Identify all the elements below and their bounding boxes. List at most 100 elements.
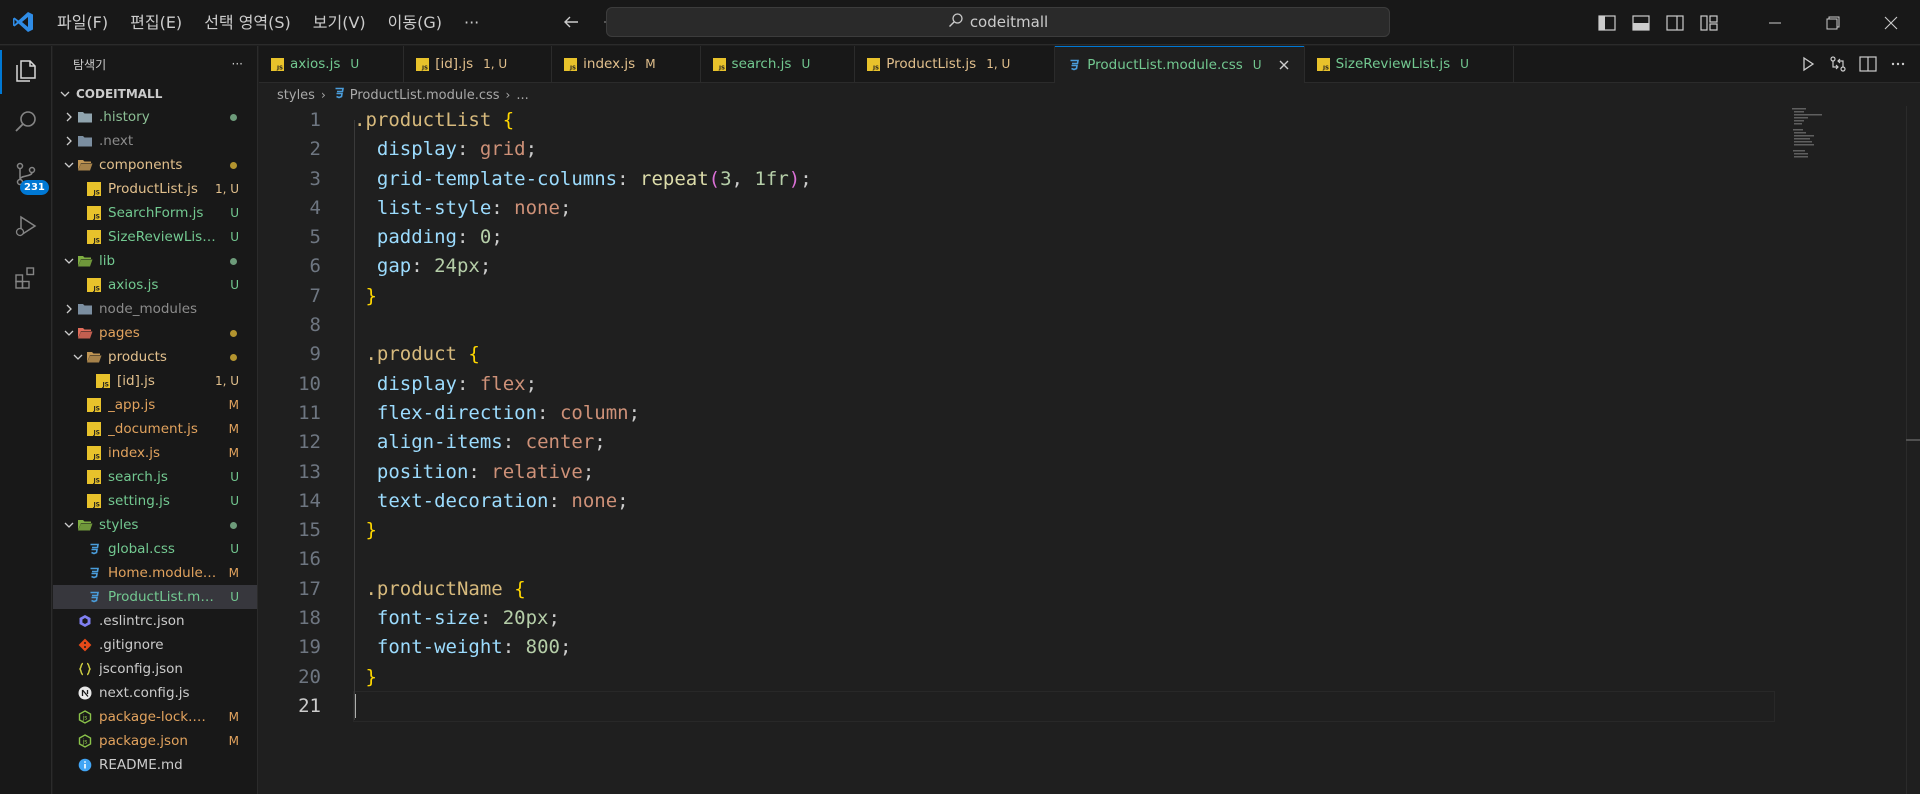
title-bar: 파일(F) 편집(E) 선택 영역(S) 보기(V) 이동(G) ··· cod… bbox=[0, 0, 1920, 45]
tree-file[interactable]: JS axios.js U bbox=[53, 273, 257, 297]
code-line[interactable]: padding: 0; bbox=[354, 223, 1774, 252]
code-line[interactable]: } bbox=[354, 282, 1774, 311]
tree-file[interactable]: JS SearchForm.js U bbox=[53, 201, 257, 225]
extensions-activity[interactable] bbox=[0, 254, 52, 306]
editor-tab[interactable]: JS axios.js U bbox=[259, 46, 405, 82]
menu-view[interactable]: 보기(V) bbox=[302, 0, 377, 45]
run-debug-activity[interactable] bbox=[0, 202, 52, 254]
tree-file[interactable]: .gitignore bbox=[53, 633, 257, 657]
tree-file[interactable]: .eslintrc.json bbox=[53, 609, 257, 633]
editor-tab[interactable]: JS [id].js 1, U bbox=[404, 46, 553, 82]
breadcrumb: styles › ProductList.module.css › ... bbox=[259, 84, 529, 106]
tree-folder[interactable]: .history bbox=[53, 105, 257, 129]
restore-icon[interactable] bbox=[1804, 0, 1862, 45]
vertical-scrollbar[interactable] bbox=[1906, 106, 1920, 794]
git-status-badge: U bbox=[230, 470, 239, 484]
close-icon[interactable] bbox=[1276, 57, 1292, 73]
split-editor-icon[interactable] bbox=[1858, 54, 1878, 74]
tree-file[interactable]: JS index.js M bbox=[53, 441, 257, 465]
code-line[interactable] bbox=[354, 545, 1774, 574]
search-activity[interactable] bbox=[0, 98, 52, 150]
close-window-icon[interactable] bbox=[1862, 0, 1920, 45]
tree-file[interactable]: global.css U bbox=[53, 537, 257, 561]
tree-file[interactable]: JS ProductList.js 1, U bbox=[53, 177, 257, 201]
tree-folder[interactable]: products bbox=[53, 345, 257, 369]
tree-file[interactable]: Home.module.... M bbox=[53, 561, 257, 585]
code-line[interactable]: position: relative; bbox=[354, 458, 1774, 487]
code-line[interactable]: font-size: 20px; bbox=[354, 604, 1774, 633]
tree-file[interactable]: README.md bbox=[53, 753, 257, 777]
code-line[interactable]: .productList { bbox=[354, 106, 1774, 135]
tree-folder[interactable]: node_modules bbox=[53, 297, 257, 321]
code-token: , bbox=[731, 167, 755, 190]
tree-file[interactable]: JS _app.js M bbox=[53, 393, 257, 417]
tree-item-label: components bbox=[99, 157, 183, 173]
code-line[interactable]: display: flex; bbox=[354, 370, 1774, 399]
menu-file[interactable]: 파일(F) bbox=[46, 0, 119, 45]
code-line[interactable] bbox=[353, 690, 1775, 723]
tree-file[interactable]: js package-lock.js... M bbox=[53, 705, 257, 729]
tree-folder[interactable]: pages bbox=[53, 321, 257, 345]
code-line[interactable]: align-items: center; bbox=[354, 428, 1774, 457]
editor-tab[interactable]: ProductList.module.css U bbox=[1055, 46, 1305, 83]
tree-item-label: package.json bbox=[99, 733, 188, 749]
code-line[interactable] bbox=[354, 311, 1774, 340]
breadcrumb-symbol[interactable]: ... bbox=[516, 88, 528, 103]
tree-file[interactable]: next.config.js bbox=[53, 681, 257, 705]
editor-tab[interactable]: JS SizeReviewList.js U bbox=[1305, 46, 1514, 82]
code-line[interactable]: grid-template-columns: repeat(3, 1fr); bbox=[354, 165, 1774, 194]
code-line[interactable]: gap: 24px; bbox=[354, 252, 1774, 281]
customize-layout-icon[interactable] bbox=[1692, 0, 1726, 45]
more-actions-icon[interactable] bbox=[1888, 54, 1908, 74]
toggle-secondary-sidebar-icon[interactable] bbox=[1658, 0, 1692, 45]
code-line[interactable]: .product { bbox=[354, 340, 1774, 369]
tree-file[interactable]: JS _document.js M bbox=[53, 417, 257, 441]
editor-tab[interactable]: JS index.js M bbox=[552, 46, 701, 82]
tree-file[interactable]: jsconfig.json bbox=[53, 657, 257, 681]
breadcrumb-file[interactable]: ProductList.module.css bbox=[350, 88, 500, 103]
tree-file[interactable]: JS setting.js U bbox=[53, 489, 257, 513]
code-line[interactable]: text-decoration: none; bbox=[354, 487, 1774, 516]
source-control-activity[interactable]: 231 bbox=[0, 150, 52, 202]
code-area[interactable]: .productList { display: grid; grid-templ… bbox=[353, 106, 1775, 723]
menu-selection[interactable]: 선택 영역(S) bbox=[193, 0, 302, 45]
tree-item-label: .history bbox=[99, 109, 150, 125]
minimap[interactable] bbox=[1790, 106, 1860, 166]
back-arrow-icon[interactable] bbox=[560, 11, 582, 33]
editor-actions bbox=[1798, 46, 1920, 82]
code-editor[interactable]: 1 2 3 4 5 6 7 8 9 10 11 12 13 14 15 16 17 18 19 20 21 .produ… bbox=[259, 106, 1920, 794]
run-icon[interactable] bbox=[1798, 54, 1818, 74]
tree-file[interactable]: JS search.js U bbox=[53, 465, 257, 489]
tree-folder[interactable]: styles bbox=[53, 513, 257, 537]
tree-folder[interactable]: lib bbox=[53, 249, 257, 273]
breadcrumb-folder[interactable]: styles bbox=[277, 88, 315, 103]
toggle-panel-icon[interactable] bbox=[1624, 0, 1658, 45]
editor-tab[interactable]: JS ProductList.js 1, U bbox=[855, 46, 1056, 82]
tree-file[interactable]: JS SizeReviewList.js U bbox=[53, 225, 257, 249]
explorer-activity[interactable] bbox=[0, 46, 52, 98]
code-line[interactable]: } bbox=[354, 663, 1774, 692]
tree-item-label: ProductList.mo... bbox=[108, 589, 218, 605]
code-line[interactable]: } bbox=[354, 516, 1774, 545]
tree-folder[interactable]: components bbox=[53, 153, 257, 177]
minimize-icon[interactable] bbox=[1746, 0, 1804, 45]
tree-item-label: _app.js bbox=[108, 397, 156, 413]
editor-tab[interactable]: JS search.js U bbox=[701, 46, 856, 82]
command-center-search[interactable]: codeitmall bbox=[606, 7, 1390, 37]
menu-edit[interactable]: 편집(E) bbox=[119, 0, 193, 45]
toggle-primary-sidebar-icon[interactable] bbox=[1590, 0, 1624, 45]
code-line[interactable]: list-style: none; bbox=[354, 194, 1774, 223]
code-line[interactable]: font-weight: 800; bbox=[354, 633, 1774, 662]
compare-changes-icon[interactable] bbox=[1828, 54, 1848, 74]
code-line[interactable]: display: grid; bbox=[354, 135, 1774, 164]
explorer-more-button[interactable]: ··· bbox=[232, 57, 243, 71]
menu-go[interactable]: 이동(G) bbox=[377, 0, 453, 45]
menu-more[interactable]: ··· bbox=[453, 0, 490, 45]
code-line[interactable]: flex-direction: column; bbox=[354, 399, 1774, 428]
tree-file[interactable]: JS [id].js 1, U bbox=[53, 369, 257, 393]
workspace-root[interactable]: CODEITMALL bbox=[53, 83, 257, 105]
tree-file[interactable]: ProductList.mo... U bbox=[53, 585, 257, 609]
tree-folder[interactable]: .next bbox=[53, 129, 257, 153]
tree-file[interactable]: js package.json M bbox=[53, 729, 257, 753]
code-line[interactable]: .productName { bbox=[354, 575, 1774, 604]
